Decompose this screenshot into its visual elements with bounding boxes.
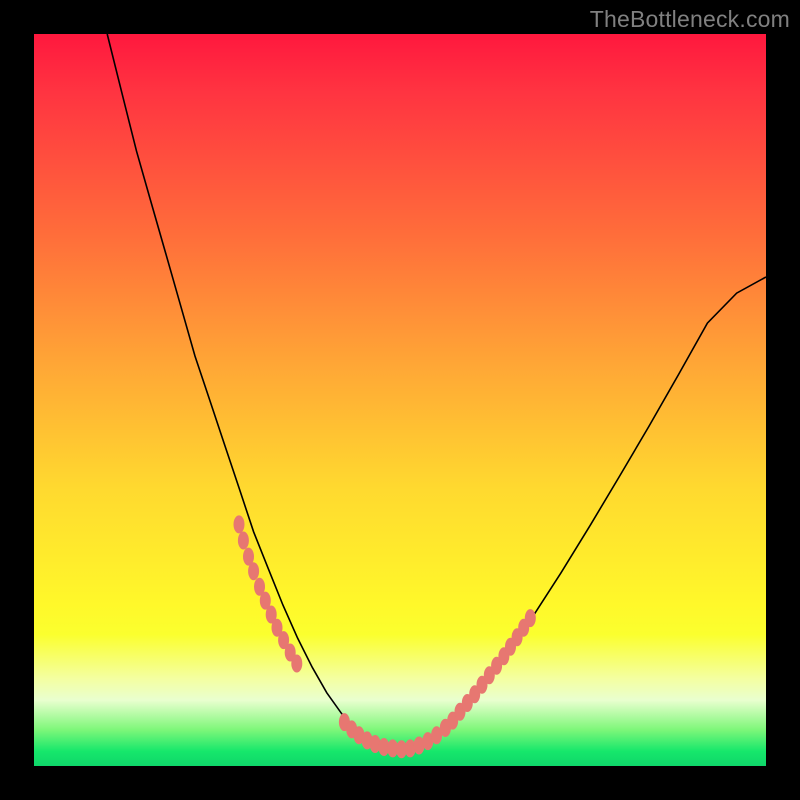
chart-frame: TheBottleneck.com <box>0 0 800 800</box>
data-dot <box>238 532 249 550</box>
plot-area <box>34 34 766 766</box>
watermark-text: TheBottleneck.com <box>590 6 790 33</box>
data-dots <box>234 515 536 758</box>
data-dot <box>234 515 245 533</box>
bottleneck-curve <box>107 34 766 749</box>
data-dot <box>291 655 302 673</box>
chart-svg <box>34 34 766 766</box>
data-dot <box>525 609 536 627</box>
data-dot <box>248 562 259 580</box>
